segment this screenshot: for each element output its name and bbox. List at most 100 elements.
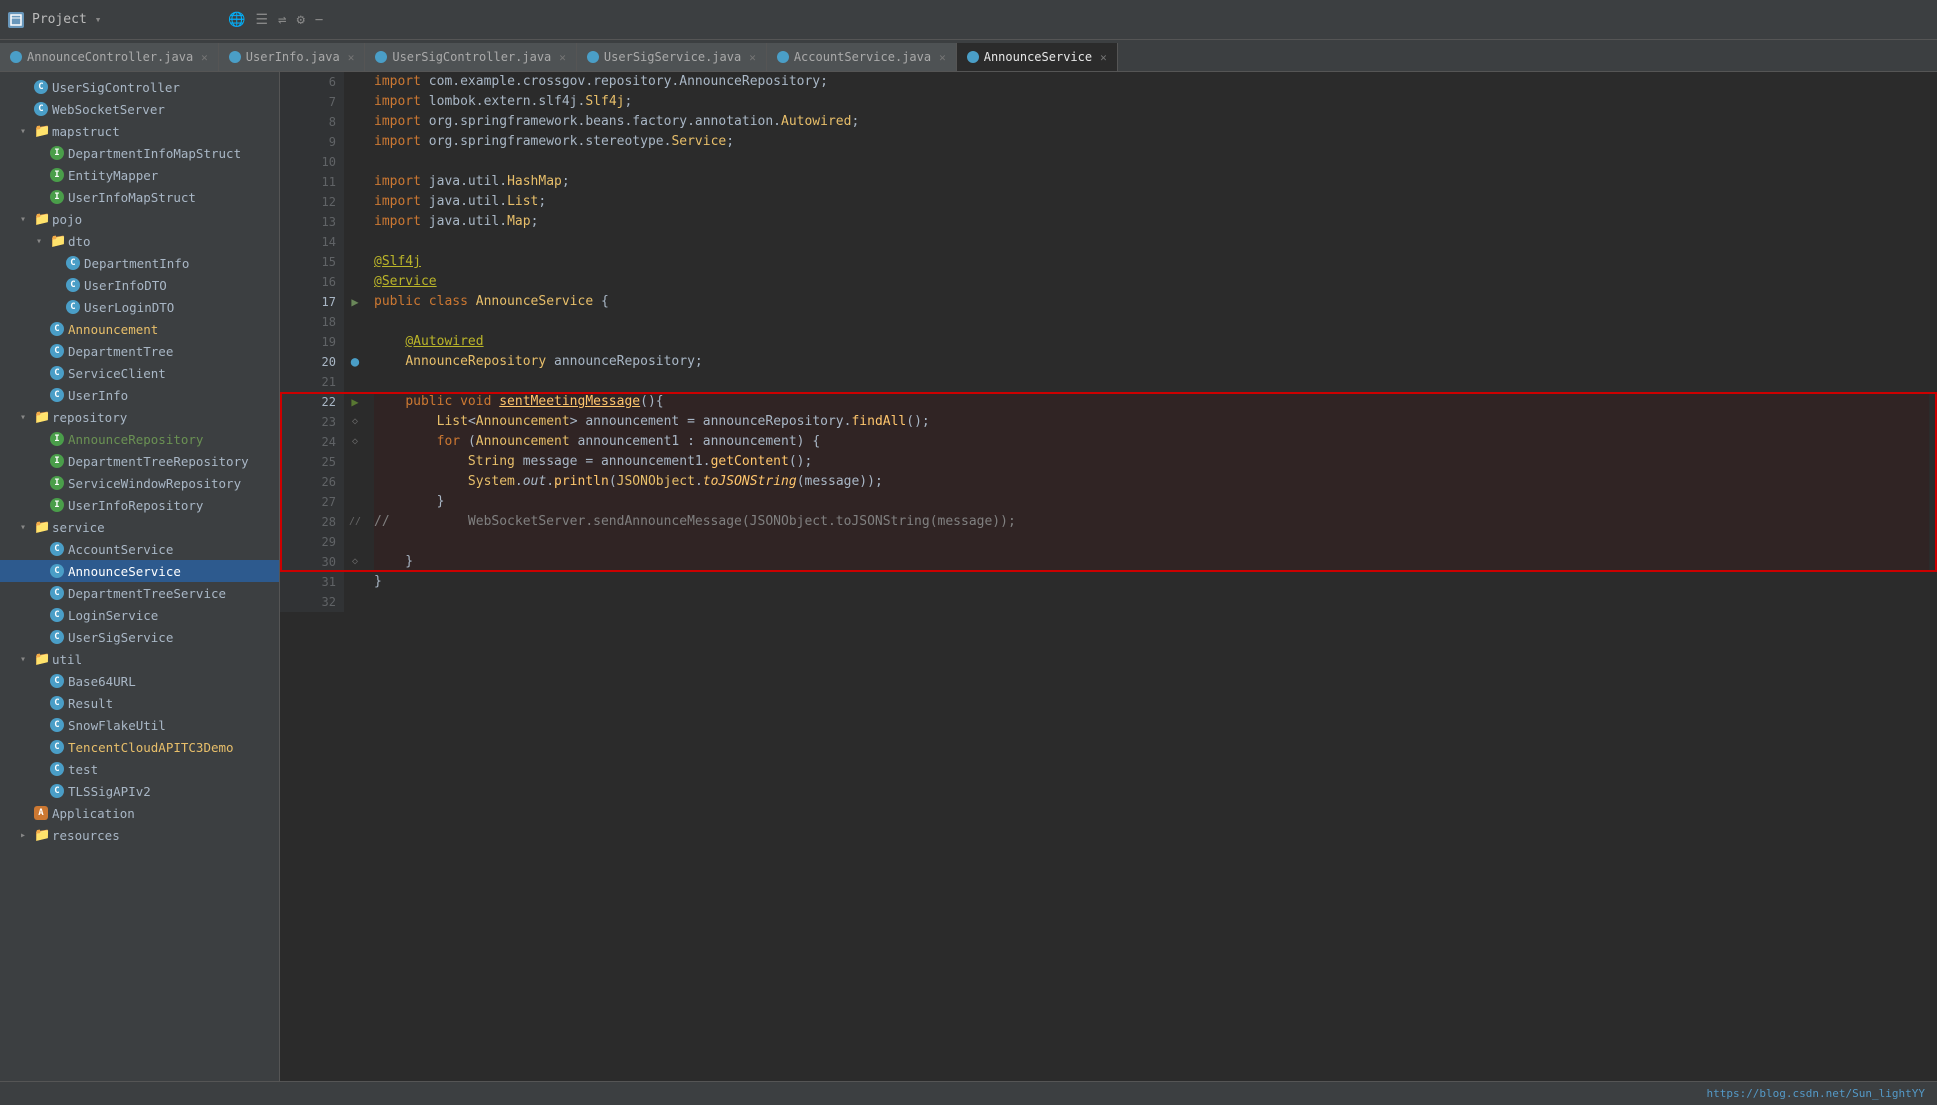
tab-close[interactable]: ✕ xyxy=(1100,51,1107,64)
sync-icon[interactable]: ⇌ xyxy=(278,12,286,28)
ln-14: 14 xyxy=(308,232,336,252)
folder-icon: 📁 xyxy=(34,212,48,226)
tab-close[interactable]: ✕ xyxy=(559,51,566,64)
ln-31: 31 xyxy=(308,572,336,592)
gi-empty xyxy=(344,172,366,192)
gi-empty xyxy=(344,72,366,92)
run-class-icon[interactable]: ▶ xyxy=(344,292,366,312)
sidebar-item-deptinfo[interactable]: C DepartmentInfo xyxy=(0,252,279,274)
code-line-16: @Service xyxy=(374,272,1929,292)
sidebar-item-dept-tree[interactable]: C DepartmentTree xyxy=(0,340,279,362)
sidebar-item-util-folder[interactable]: 📁 util xyxy=(0,648,279,670)
settings-icon[interactable]: ⚙ xyxy=(296,12,304,28)
title-bar: Project ▾ 🌐 ☰ ⇌ ⚙ − xyxy=(0,0,1937,40)
item-label: AnnounceService xyxy=(68,564,275,579)
sidebar-item-websocket-server[interactable]: C WebSocketServer xyxy=(0,98,279,120)
sidebar-item-repository[interactable]: 📁 repository xyxy=(0,406,279,428)
tab-close[interactable]: ✕ xyxy=(201,51,208,64)
sidebar-item-resources[interactable]: 📁 resources xyxy=(0,824,279,846)
sidebar-item-service-window-repo[interactable]: I ServiceWindowRepository xyxy=(0,472,279,494)
item-label: TencentCloudAPITC3Demo xyxy=(68,740,275,755)
class-icon: C xyxy=(50,718,64,732)
sidebar-item-dept-tree-service[interactable]: C DepartmentTreeService xyxy=(0,582,279,604)
sidebar-item-account-service[interactable]: C AccountService xyxy=(0,538,279,560)
gi-empty xyxy=(344,132,366,152)
ln-24: 24 xyxy=(308,432,336,452)
globe-icon[interactable]: 🌐 xyxy=(228,12,245,28)
title-bar-icons: 🌐 ☰ ⇌ ⚙ − xyxy=(228,12,323,28)
tab-close[interactable]: ✕ xyxy=(348,51,355,64)
ln-25: 25 xyxy=(308,452,336,472)
minimize-icon[interactable]: − xyxy=(315,12,323,28)
class-icon: C xyxy=(50,388,64,402)
sidebar-item-tlssig[interactable]: C TLSSigAPIv2 xyxy=(0,780,279,802)
sidebar-item-pojo[interactable]: 📁 pojo xyxy=(0,208,279,230)
item-label: SnowFlakeUtil xyxy=(68,718,275,733)
bp-24[interactable]: ◇ xyxy=(344,432,366,452)
class-icon: C xyxy=(50,344,64,358)
ln-30: 30 xyxy=(308,552,336,572)
tab-usersig-controller[interactable]: UserSigController.java ✕ xyxy=(365,43,577,71)
class-icon: C xyxy=(66,300,80,314)
sidebar-item-test[interactable]: C test xyxy=(0,758,279,780)
sidebar-item-announce-repo[interactable]: I AnnounceRepository xyxy=(0,428,279,450)
sidebar-item-dept-tree-repo[interactable]: I DepartmentTreeRepository xyxy=(0,450,279,472)
tab-usersig-service[interactable]: UserSigService.java ✕ xyxy=(577,43,767,71)
sidebar-item-service-client[interactable]: C ServiceClient xyxy=(0,362,279,384)
sidebar-item-deptinfo-mapstruct[interactable]: I DepartmentInfoMapStruct xyxy=(0,142,279,164)
sidebar-item-dto[interactable]: 📁 dto xyxy=(0,230,279,252)
dropdown-arrow[interactable]: ▾ xyxy=(95,13,102,26)
sidebar-item-service-folder[interactable]: 📁 service xyxy=(0,516,279,538)
sidebar-item-usersig-controller[interactable]: C UserSigController xyxy=(0,76,279,98)
sidebar-item-tencent[interactable]: C TencentCloudAPITC3Demo xyxy=(0,736,279,758)
tab-icon xyxy=(229,51,241,63)
ln-11: 11 xyxy=(308,172,336,192)
editor-area[interactable]: 6 7 8 9 10 11 12 13 14 15 16 17 18 19 xyxy=(280,72,1937,1081)
sidebar-item-application[interactable]: A Application xyxy=(0,802,279,824)
code-line-6: import com.example.crossgov.repository.A… xyxy=(374,72,1929,92)
sidebar-item-userinfo-repo[interactable]: I UserInfoRepository xyxy=(0,494,279,516)
item-label: LoginService xyxy=(68,608,275,623)
sidebar-item-userlogin-dto[interactable]: C UserLoginDTO xyxy=(0,296,279,318)
sidebar-item-base64url[interactable]: C Base64URL xyxy=(0,670,279,692)
tab-announce-controller[interactable]: AnnounceController.java ✕ xyxy=(0,43,219,71)
tab-userinfo[interactable]: UserInfo.java ✕ xyxy=(219,43,366,71)
menu-icon[interactable]: ☰ xyxy=(255,12,268,28)
item-label: service xyxy=(52,520,275,535)
sidebar-item-snowflake[interactable]: C SnowFlakeUtil xyxy=(0,714,279,736)
code-line-17: public class AnnounceService { xyxy=(374,292,1929,312)
item-label: ServiceWindowRepository xyxy=(68,476,275,491)
sidebar-item-entity-mapper[interactable]: I EntityMapper xyxy=(0,164,279,186)
tab-account-service[interactable]: AccountService.java ✕ xyxy=(767,43,957,71)
code-line-10 xyxy=(374,152,1929,172)
folder-icon: 📁 xyxy=(34,652,48,666)
sidebar-item-userinfo-mapstruct[interactable]: I UserInfoMapStruct xyxy=(0,186,279,208)
run-method-icon[interactable]: ▶ xyxy=(344,392,366,412)
tab-close[interactable]: ✕ xyxy=(749,51,756,64)
interface-icon: I xyxy=(50,190,64,204)
sidebar[interactable]: C UserSigController C WebSocketServer 📁 … xyxy=(0,72,280,1081)
sidebar-item-announce-service[interactable]: C AnnounceService xyxy=(0,560,279,582)
sidebar-item-result[interactable]: C Result xyxy=(0,692,279,714)
item-label: TLSSigAPIv2 xyxy=(68,784,275,799)
sidebar-item-usersig-service[interactable]: C UserSigService xyxy=(0,626,279,648)
sidebar-item-userinfo[interactable]: C UserInfo xyxy=(0,384,279,406)
interface-icon: I xyxy=(50,498,64,512)
gi-empty xyxy=(344,212,366,232)
bp-23[interactable]: ◇ xyxy=(344,412,366,432)
tab-close[interactable]: ✕ xyxy=(939,51,946,64)
sidebar-item-announcement[interactable]: C Announcement xyxy=(0,318,279,340)
sidebar-item-userinfo-dto[interactable]: C UserInfoDTO xyxy=(0,274,279,296)
item-label: DepartmentTree xyxy=(68,344,275,359)
tab-icon xyxy=(375,51,387,63)
code-lines[interactable]: import com.example.crossgov.repository.A… xyxy=(366,72,1937,612)
item-label: Application xyxy=(52,806,275,821)
interface-icon: I xyxy=(50,432,64,446)
bp-30[interactable]: ◇ xyxy=(344,552,366,572)
class-icon: C xyxy=(50,674,64,688)
sidebar-item-mapstruct[interactable]: 📁 mapstruct xyxy=(0,120,279,142)
sidebar-item-login-service[interactable]: C LoginService xyxy=(0,604,279,626)
run-debug-gutter: ▶ ● ▶ ◇ ◇ // ◇ xyxy=(344,72,366,612)
item-label: UserInfoMapStruct xyxy=(68,190,275,205)
tab-announce-service[interactable]: AnnounceService ✕ xyxy=(957,43,1118,71)
